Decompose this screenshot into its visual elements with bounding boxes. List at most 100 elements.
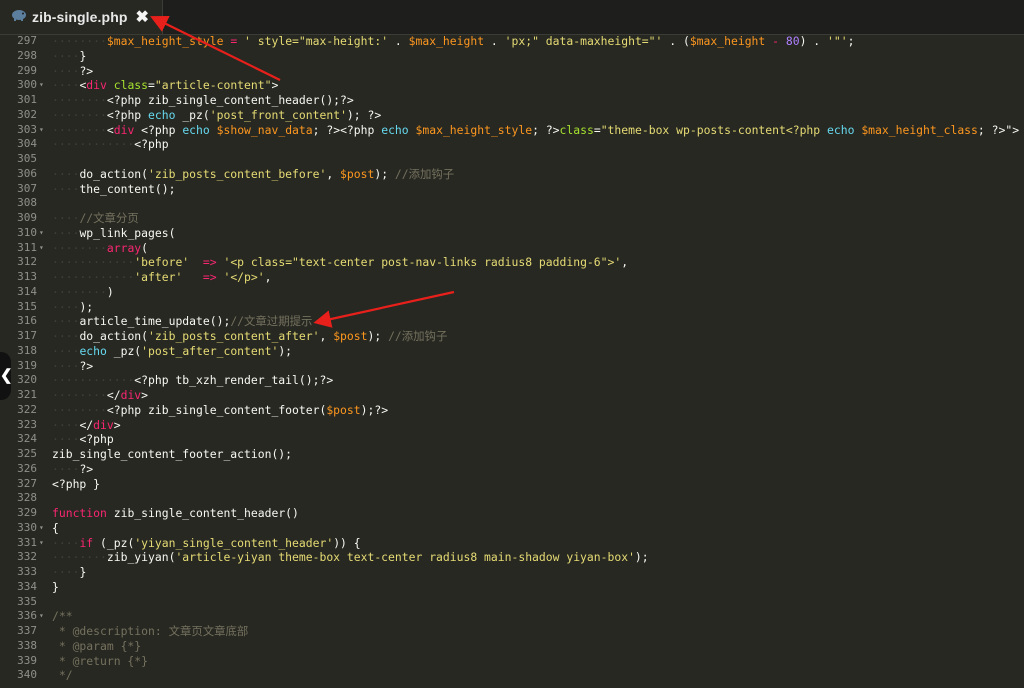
code-line[interactable]: 330 ▾ { bbox=[0, 521, 1024, 536]
code-line[interactable]: 321 ········</div> bbox=[0, 388, 1024, 403]
code-line[interactable]: 327 <?php } bbox=[0, 477, 1024, 492]
line-code: <?php } bbox=[52, 477, 100, 492]
code-line[interactable]: 308 bbox=[0, 196, 1024, 211]
line-number: 329 bbox=[17, 506, 37, 519]
line-code: ············<?php bbox=[52, 137, 169, 152]
code-line[interactable]: 298 ····} bbox=[0, 49, 1024, 64]
code-line[interactable]: 333 ····} bbox=[0, 565, 1024, 580]
line-number: 301 bbox=[17, 93, 37, 106]
code-line[interactable]: 318 ····echo _pz('post_after_content'); bbox=[0, 344, 1024, 359]
code-token: <?php tb_xzh_render_tail();?> bbox=[134, 373, 334, 388]
code-editor[interactable]: 297 ········$max_height_style = ' style="… bbox=[0, 34, 1024, 688]
code-line[interactable]: 331 ▾ ····if (_pz('yiyan_single_content_he… bbox=[0, 536, 1024, 551]
code-token: $post bbox=[340, 166, 375, 181]
fold-arrow-icon[interactable]: ▾ bbox=[39, 226, 44, 241]
code-line[interactable]: 324 ····<?php bbox=[0, 432, 1024, 447]
line-code: ····?> bbox=[52, 462, 93, 477]
line-number: 310 bbox=[17, 225, 37, 239]
fold-arrow-icon[interactable]: ▾ bbox=[39, 123, 44, 138]
code-line[interactable]: 339 * @return {*} bbox=[0, 654, 1024, 669]
code-line[interactable]: 322 ········<?php zib_single_content_foot… bbox=[0, 403, 1024, 418]
fold-arrow-icon[interactable]: ▾ bbox=[39, 521, 44, 536]
code-line[interactable]: 317 ····do_action('zib_posts_content_afte… bbox=[0, 329, 1024, 344]
code-line[interactable]: 337 * @description: 文章页文章底部 bbox=[0, 624, 1024, 639]
line-code: ····the_content(); bbox=[52, 182, 175, 197]
code-token: , bbox=[621, 255, 629, 270]
line-code: ····</div> bbox=[52, 418, 121, 433]
code-line[interactable]: 301 ········<?php zib_single_content_head… bbox=[0, 93, 1024, 108]
code-line[interactable]: 307 ····the_content(); bbox=[0, 182, 1024, 197]
code-line[interactable]: 309 ····//文章分页 bbox=[0, 211, 1024, 226]
code-token: '<p class="text-center post-nav-links ra… bbox=[223, 255, 622, 270]
code-line[interactable]: 299 ····?> bbox=[0, 64, 1024, 79]
line-number: 331 bbox=[17, 535, 37, 549]
fold-arrow-icon[interactable]: ▾ bbox=[39, 536, 44, 551]
code-line[interactable]: 300 ▾ ····<div class="article-content"> bbox=[0, 78, 1024, 93]
code-line[interactable]: 332 ········zib_yiyan('article-yiyan them… bbox=[0, 550, 1024, 565]
fold-arrow-icon[interactable]: ▾ bbox=[39, 78, 44, 93]
code-token: echo bbox=[182, 122, 210, 137]
code-token: ···· bbox=[52, 166, 80, 181]
code-line[interactable]: 329 function zib_single_content_header() bbox=[0, 506, 1024, 521]
code-token: = bbox=[148, 78, 155, 93]
code-line[interactable]: 340 */ bbox=[0, 668, 1024, 683]
code-line[interactable]: 313 ············'after' => '</p>', bbox=[0, 270, 1024, 285]
code-line[interactable]: 323 ····</div> bbox=[0, 418, 1024, 433]
code-line[interactable]: 312 ············'before' => '<p class="te… bbox=[0, 255, 1024, 270]
code-line[interactable]: 316 ····article_time_update();//文章过期提示 bbox=[0, 314, 1024, 329]
code-line[interactable]: 338 * @param {*} bbox=[0, 639, 1024, 654]
code-token: wp_link_pages( bbox=[79, 225, 176, 240]
code-token: < bbox=[106, 122, 114, 137]
code-line[interactable]: 320 ············<?php tb_xzh_render_tail(… bbox=[0, 373, 1024, 388]
line-code: ····} bbox=[52, 565, 86, 580]
code-token: ' style="max-height:' bbox=[244, 34, 389, 48]
tab-zib-single-php[interactable]: zib-single.php ✖ bbox=[0, 0, 163, 34]
code-line[interactable]: 311 ▾ ········array( bbox=[0, 241, 1024, 256]
code-line[interactable]: 328 bbox=[0, 491, 1024, 506]
line-number: 335 bbox=[17, 594, 37, 608]
code-line[interactable]: 306 ····do_action('zib_posts_content_befo… bbox=[0, 167, 1024, 182]
code-line[interactable]: 334} bbox=[0, 580, 1024, 595]
code-token: //添加钩子 bbox=[394, 166, 455, 181]
code-token: </ bbox=[106, 388, 121, 402]
code-token: 'after' bbox=[134, 270, 183, 284]
close-icon[interactable]: ✖ bbox=[136, 7, 149, 27]
code-token: function bbox=[52, 506, 107, 520]
code-token: $max_height_class bbox=[861, 122, 978, 137]
code-line[interactable]: 303 ▾ ········<div <?php echo $show_nav_da… bbox=[0, 123, 1024, 138]
code-line[interactable]: 336 ▾ /** bbox=[0, 609, 1024, 624]
line-number: 325 bbox=[17, 447, 37, 460]
code-line[interactable]: 297 ········$max_height_style = ' style="… bbox=[0, 34, 1024, 49]
line-code: ············'before' => '<p class="text-… bbox=[52, 255, 628, 270]
line-code: ····//文章分页 bbox=[52, 211, 139, 226]
line-number: 311 bbox=[17, 240, 37, 254]
code-line[interactable]: 310 ▾ ····wp_link_pages( bbox=[0, 226, 1024, 241]
code-token: ···· bbox=[52, 432, 80, 447]
line-code: ····do_action('zib_posts_content_after',… bbox=[52, 329, 447, 344]
code-line[interactable]: 302 ········<?php echo _pz('post_front_co… bbox=[0, 108, 1024, 123]
code-line[interactable]: 326 ····?> bbox=[0, 462, 1024, 477]
fold-arrow-icon[interactable]: ▾ bbox=[39, 241, 44, 256]
code-token: ?> bbox=[79, 358, 94, 373]
line-number: 314 bbox=[17, 284, 37, 298]
code-line[interactable]: 319 ····?> bbox=[0, 359, 1024, 374]
code-line[interactable]: 335 bbox=[0, 595, 1024, 610]
code-line[interactable]: 315 ····); bbox=[0, 300, 1024, 315]
fold-arrow-icon[interactable]: ▾ bbox=[39, 609, 44, 624]
code-token: * @return {*} bbox=[52, 653, 149, 668]
code-token: ········ bbox=[52, 284, 107, 299]
code-line[interactable]: 314 ········) bbox=[0, 285, 1024, 300]
code-token: $post bbox=[326, 402, 361, 417]
code-token: "article-content" bbox=[154, 78, 272, 93]
code-token: ); bbox=[367, 329, 389, 343]
code-token: ···· bbox=[52, 343, 80, 358]
code-token: div bbox=[113, 122, 135, 137]
line-code: ····); bbox=[52, 300, 93, 315]
code-line[interactable]: 325 zib_single_content_footer_action(); bbox=[0, 447, 1024, 462]
code-line[interactable]: 304 ············<?php bbox=[0, 137, 1024, 152]
code-token: ; ?> bbox=[532, 122, 560, 137]
code-token: ); ?> bbox=[346, 107, 382, 122]
sidebar-toggle-icon[interactable]: ❮ bbox=[0, 352, 13, 400]
code-line[interactable]: 305 bbox=[0, 152, 1024, 167]
